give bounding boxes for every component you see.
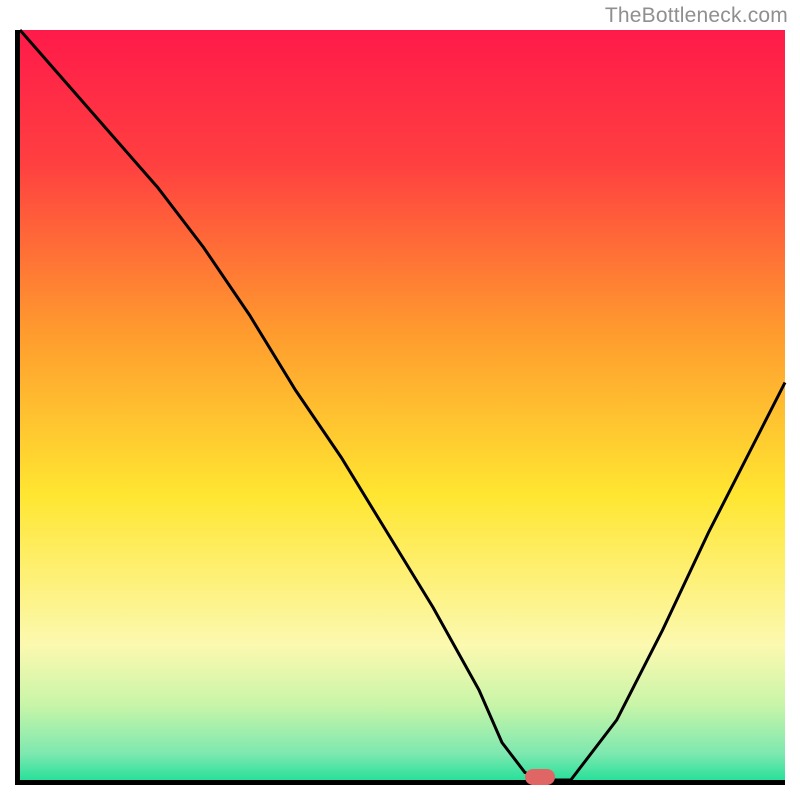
bottleneck-curve [20,30,785,780]
optimal-point-marker [525,769,555,785]
watermark-text: TheBottleneck.com [605,4,788,28]
plot-area [15,30,785,785]
chart-stage: TheBottleneck.com [0,0,800,800]
